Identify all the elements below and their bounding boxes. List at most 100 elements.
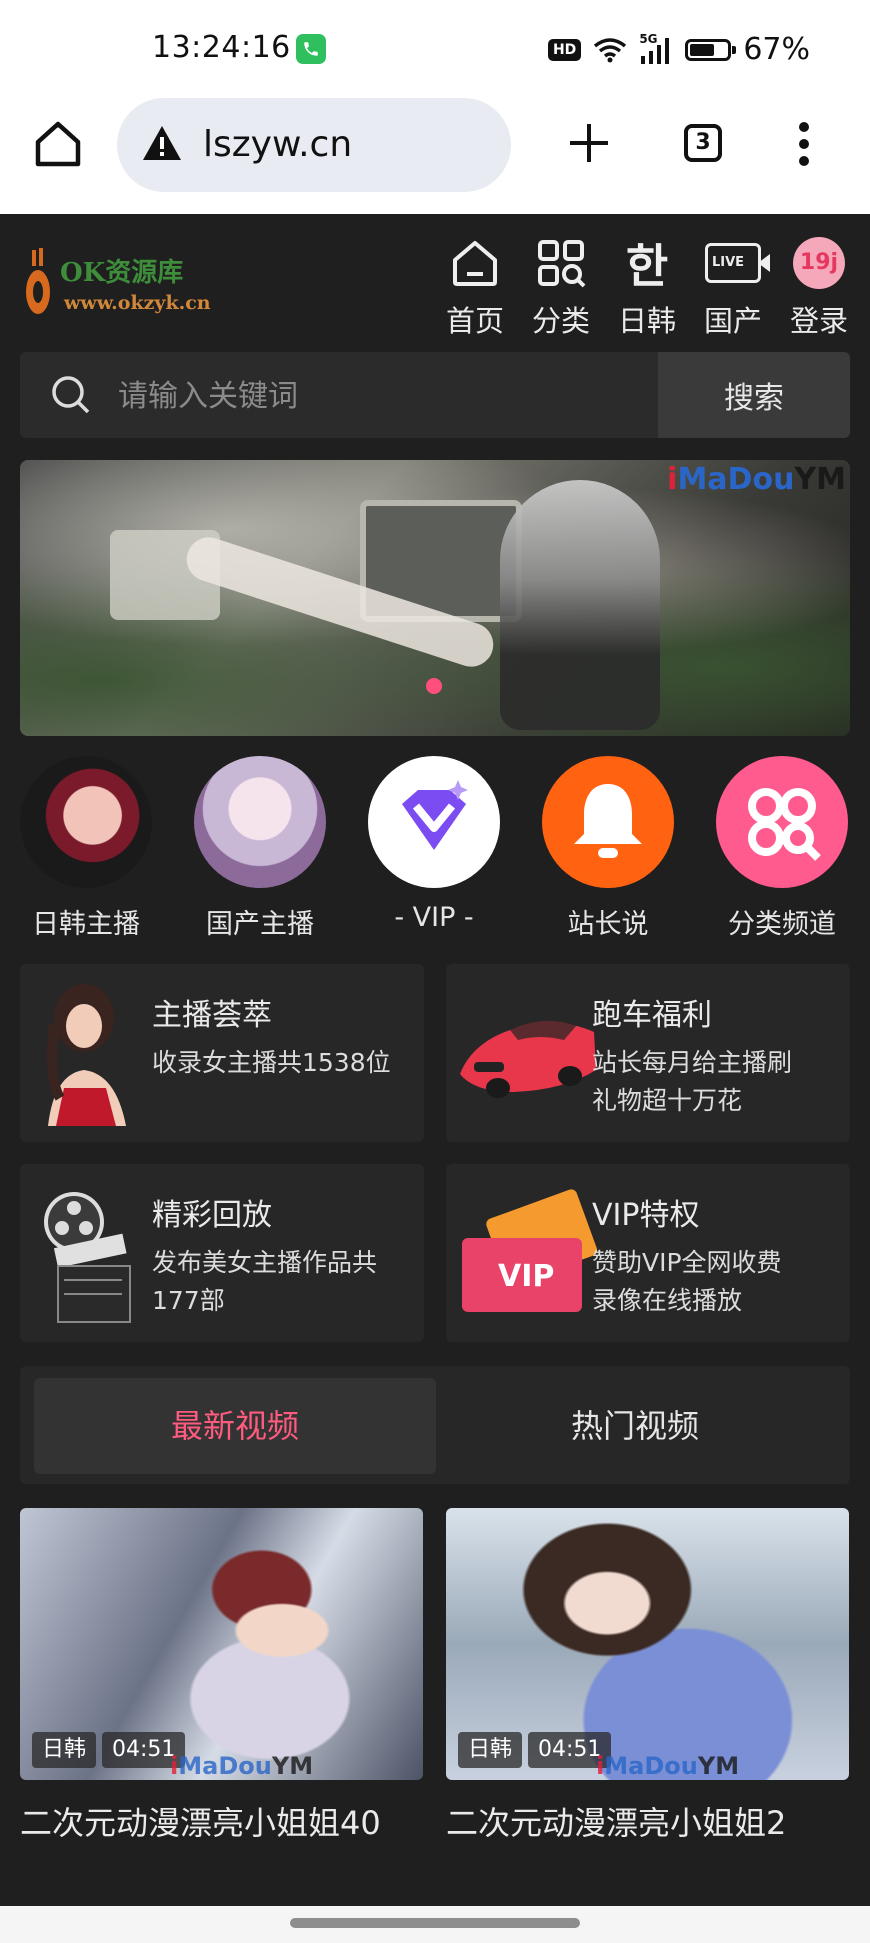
feature-title: 跑车福利 — [592, 998, 712, 1033]
19j-badge-icon: 19j — [793, 237, 845, 289]
bell-icon — [574, 784, 642, 858]
nav-guochan[interactable]: LIVE 国产 — [696, 234, 770, 340]
video-card[interactable]: 日韩 04:51 iMaDouYM 二次元动漫漂亮小姐姐40 — [20, 1508, 423, 1844]
search-bar: 搜索 — [20, 352, 850, 438]
shortcut-guochan-anchor[interactable]: 国产主播 — [190, 756, 330, 941]
nav-guochan-label: 国产 — [703, 304, 762, 338]
feature-desc: 赞助VIP全网收费录像在线播放 — [592, 1248, 782, 1315]
nav-rihan-label: 日韩 — [617, 304, 676, 338]
video-card[interactable]: 日韩 04:51 iMaDouYM 二次元动漫漂亮小姐姐2 — [446, 1508, 849, 1844]
shortcut-label: 分类频道 — [728, 909, 836, 940]
not-secure-warning-icon[interactable] — [141, 124, 183, 162]
tab-switcher-button[interactable]: 3 — [684, 124, 722, 162]
grid-search-icon — [748, 788, 821, 861]
svg-text:VIP: VIP — [498, 1259, 554, 1294]
carousel-dot[interactable] — [426, 678, 442, 694]
live-label: LIVE — [712, 255, 745, 270]
search-input[interactable] — [116, 368, 660, 424]
shortcut-label: 日韩主播 — [32, 909, 140, 940]
new-tab-button[interactable] — [566, 120, 612, 166]
browser-toolbar: lszyw.cn 3 — [0, 96, 870, 214]
home-icon — [453, 241, 497, 286]
address-bar[interactable]: lszyw.cn — [117, 98, 511, 192]
hero-banner[interactable]: iMaDouYM — [20, 460, 850, 736]
search-button[interactable]: 搜索 — [658, 352, 850, 438]
status-time: 13:24:16 — [152, 30, 291, 65]
shortcut-label: 国产主播 — [206, 909, 314, 940]
vip-ticket-icon: VIP — [462, 1189, 598, 1312]
site-logo[interactable]: OK资源库 www.okzyk.cn — [20, 242, 211, 322]
bell-circle — [542, 756, 674, 888]
feature-title: 主播荟萃 — [152, 998, 272, 1033]
shortcut-label: - VIP - — [394, 902, 474, 933]
diamond-icon — [402, 780, 468, 850]
gesture-handle[interactable] — [290, 1918, 580, 1928]
thumbnail-watermark: iMaDouYM — [170, 1752, 314, 1780]
network-type: 5G — [639, 31, 658, 46]
vip-circle — [368, 756, 500, 888]
shortcut-announcement[interactable]: 站长说 — [538, 756, 678, 941]
battery-level — [690, 43, 715, 56]
live-tv-icon: LIVE — [705, 243, 770, 283]
category-badge: 日韩 — [458, 1732, 523, 1768]
feature-card-anchors[interactable]: 主播荟萃 收录女主播共1538位 — [20, 964, 424, 1142]
shortcut-rihan-anchor[interactable]: 日韩主播 — [16, 756, 156, 941]
banner-anime-girl — [500, 480, 660, 730]
nav-login[interactable]: 19j 登录 — [782, 234, 856, 340]
hangul-icon: 한 — [625, 239, 669, 293]
shortcut-category[interactable]: 分类频道 — [712, 756, 852, 941]
video-thumbnail[interactable]: 日韩 04:51 iMaDouYM — [20, 1508, 423, 1780]
nav-home[interactable]: 首页 — [438, 234, 512, 340]
video-title[interactable]: 二次元动漫漂亮小姐姐40 — [20, 1798, 423, 1844]
logo-url: www.okzyk.cn — [64, 292, 211, 314]
video-tabs: 最新视频 热门视频 — [20, 1366, 850, 1484]
woman-portrait-image — [47, 984, 126, 1126]
feature-desc: 发布美女主播作品共177部 — [152, 1248, 378, 1315]
browser-menu-button[interactable] — [794, 120, 814, 168]
phone-call-icon — [296, 34, 326, 64]
feature-title: VIP特权 — [592, 1198, 700, 1233]
hd-icon: HD — [547, 38, 582, 61]
film-reel-icon — [44, 1192, 131, 1323]
shortcut-row: 日韩主播 国产主播 - VIP - 站长说 分类频道 — [20, 756, 850, 940]
battery-icon — [685, 38, 737, 61]
nav-login-label: 登录 — [789, 304, 848, 338]
logo-mark-icon — [26, 248, 50, 314]
feature-desc: 站长每月给主播刷礼物超十万花 — [592, 1048, 793, 1115]
sports-car-image — [460, 1020, 596, 1098]
top-nav: 首页 分类 한 日韩 LIVE 国产 19j 登录 — [438, 234, 856, 340]
category-badge: 日韩 — [32, 1732, 97, 1768]
feature-desc: 收录女主播共1538位 — [152, 1048, 391, 1077]
avatar — [194, 756, 326, 888]
shortcut-vip[interactable]: - VIP - — [364, 756, 504, 933]
site-header: OK资源库 www.okzyk.cn 首页 分类 한 日韩 LIVE 国产 19… — [0, 214, 870, 344]
nav-home-label: 首页 — [445, 304, 504, 338]
nav-category-label: 分类 — [531, 304, 590, 338]
avatar — [20, 756, 152, 888]
thumbnail-watermark: iMaDouYM — [596, 1752, 740, 1780]
banner-watermark: iMaDouYM — [667, 462, 846, 497]
category-circle — [716, 756, 848, 888]
battery-percent: 67% — [743, 32, 810, 67]
video-title[interactable]: 二次元动漫漂亮小姐姐2 — [446, 1798, 849, 1844]
video-thumbnail[interactable]: 日韩 04:51 iMaDouYM — [446, 1508, 849, 1780]
wifi-icon — [594, 37, 627, 62]
feature-card-car[interactable]: 跑车福利 站长每月给主播刷礼物超十万花 — [446, 964, 850, 1142]
nav-rihan[interactable]: 한 日韩 — [610, 234, 684, 340]
signal-icon: 5G — [639, 32, 673, 64]
status-icons: HD 5G 67% — [547, 32, 810, 67]
search-icon — [52, 376, 90, 414]
tab-hot[interactable]: 热门视频 — [434, 1378, 836, 1474]
browser-home-button[interactable] — [32, 118, 84, 170]
grid-search-icon — [538, 240, 586, 288]
feature-card-replay[interactable]: 精彩回放 发布美女主播作品共177部 — [20, 1164, 424, 1342]
tab-latest[interactable]: 最新视频 — [34, 1378, 436, 1474]
shortcut-label: 站长说 — [567, 909, 649, 940]
status-bar: 13:24:16 HD 5G 67% — [0, 0, 870, 96]
feature-card-vip[interactable]: VIP VIP特权 赞助VIP全网收费录像在线播放 — [446, 1164, 850, 1342]
feature-title: 精彩回放 — [152, 1198, 272, 1233]
nav-category[interactable]: 分类 — [524, 234, 598, 340]
system-nav-bar — [0, 1906, 870, 1943]
logo-text: OK资源库 — [60, 258, 184, 288]
url-text[interactable]: lszyw.cn — [203, 124, 352, 165]
